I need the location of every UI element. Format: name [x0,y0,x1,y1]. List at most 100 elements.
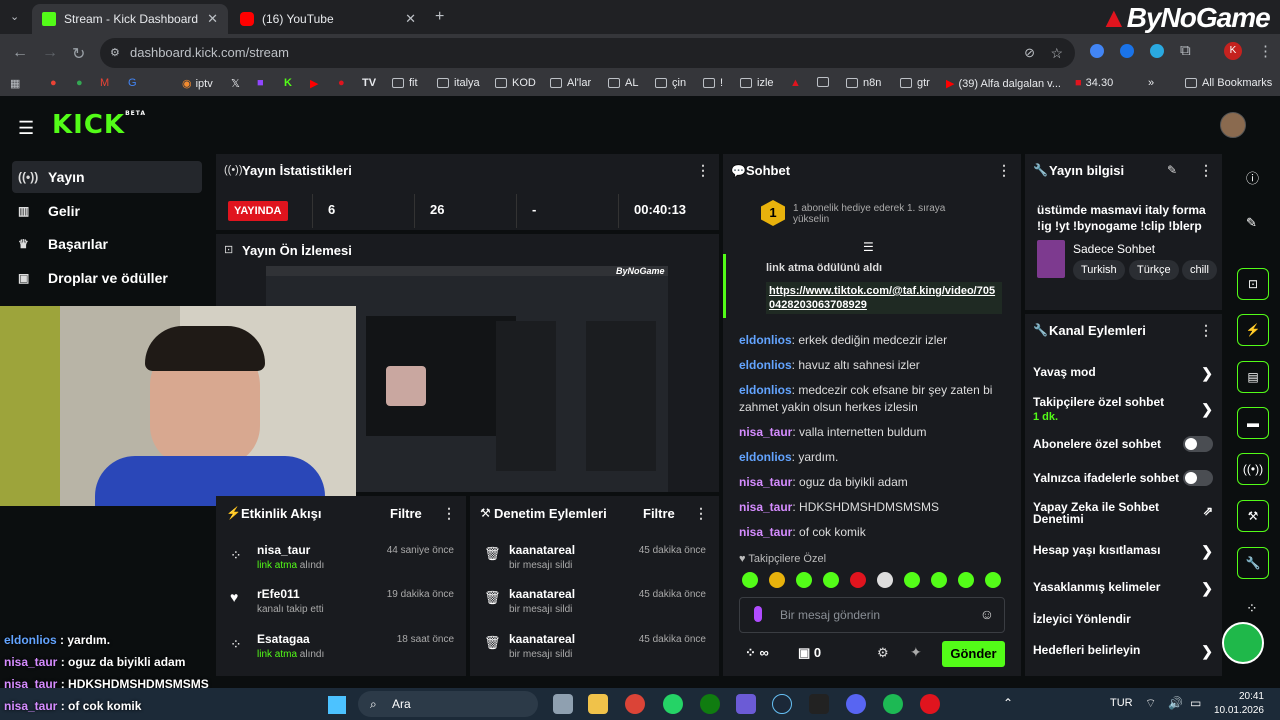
chat-username[interactable]: nisa_taur [739,500,792,514]
extensions-puzzle-icon[interactable]: ⧉ [1180,42,1191,59]
bookmark-folder-italya[interactable]: italya [437,77,480,89]
windows-start-icon[interactable] [328,696,346,714]
chat-input[interactable]: Bir mesaj gönderin ☺ [739,597,1005,633]
chat-username[interactable]: eldonlios [739,333,792,347]
language-indicator[interactable]: TUR [1110,697,1133,709]
kebab-menu-icon[interactable]: ⋮ [696,162,710,179]
kick-logo[interactable]: KICKBETA [52,110,146,140]
eye-off-icon[interactable]: ⊘ [1024,38,1035,68]
taskbar-search[interactable]: ⌕ Ara [358,691,538,717]
more-bookmarks-icon[interactable]: » [1148,77,1154,89]
action-ai-moderation[interactable]: Yapay Zeka ile Sohbet Denetimi ⇗ [1033,501,1213,525]
site-info-icon[interactable]: ⚙ [110,38,120,68]
support-headset-icon[interactable] [1222,622,1264,664]
emote-icon[interactable] [904,572,920,588]
bookmark-3430[interactable]: ■ 34.30 [1075,77,1113,89]
chat-username[interactable]: eldonlios [739,383,792,397]
twitch-icon[interactable]: ■ [257,77,264,89]
spotify-icon[interactable] [883,694,903,714]
action-goals[interactable]: Hedefleri belirleyin ❯ [1033,643,1213,659]
emote-icon[interactable] [877,572,893,588]
forward-icon[interactable]: → [42,44,58,62]
puzzle-icon[interactable]: ✦ [910,644,922,661]
bookmark-icon[interactable]: TV [362,77,376,89]
bookmark-icon[interactable]: ● [50,77,57,89]
clock[interactable]: 20:41 10.01.2026 [1212,688,1264,718]
youtube-icon[interactable]: ▶ [310,77,318,90]
emote-icon[interactable] [823,572,839,588]
kebab-menu-icon[interactable]: ⋮ [997,162,1011,179]
action-banned-words[interactable]: Yasaklanmış kelimeler ❯ [1033,580,1213,596]
stats-toggle-icon[interactable]: ((•)) [1237,453,1269,485]
gmail-icon[interactable]: M [100,77,109,89]
back-icon[interactable]: ← [12,44,28,62]
pdf-icon[interactable]: ▲ [790,77,801,89]
bookmark-folder[interactable] [817,77,834,87]
bookmark-folder-n8n[interactable]: n8n [846,77,881,89]
emoji-icon[interactable]: ☺ [980,606,994,622]
chat-toggle-icon[interactable]: ▬ [1237,407,1269,439]
sidebar-item-basarilar[interactable]: ♛ Başarılar [12,228,202,260]
sidebar-item-yayin[interactable]: ((•)) Yayın [12,161,202,193]
apps-grid-icon[interactable]: ▦ [10,77,20,90]
bookmark-iptv[interactable]: ◉ iptv [182,77,213,91]
action-follower-only[interactable]: Takipçilere özel sohbet 1 dk. ❯ [1033,395,1213,423]
kebab-menu-icon[interactable]: ⋮ [694,505,708,522]
pencil-icon[interactable]: ✎ [1246,215,1257,231]
action-host[interactable]: İzleyici Yönlendir [1033,612,1213,626]
extension-icon[interactable] [1090,44,1104,58]
category-name[interactable]: Sadece Sohbet [1073,242,1155,256]
close-tab-icon[interactable]: ✕ [405,11,416,27]
emote-icon[interactable] [769,572,785,588]
all-bookmarks[interactable]: All Bookmarks [1185,77,1272,89]
hamburger-menu-icon[interactable]: ☰ [18,118,34,139]
bookmark-icon[interactable]: ● [338,77,345,89]
bookmark-folder-gtr[interactable]: gtr [900,77,930,89]
tab-youtube[interactable]: (16) YouTube ✕ [230,4,426,34]
moderation-toggle-icon[interactable]: ⚒ [1237,500,1269,532]
kick-icon[interactable]: K [284,77,292,89]
gift-counter[interactable]: ▣ 0 [798,645,821,661]
tab-kick-dashboard[interactable]: Stream - Kick Dashboard ✕ [32,4,228,34]
bookmark-folder-kod[interactable]: KOD [495,77,536,89]
bookmark-folder-bang[interactable]: ! [703,77,723,89]
emote-icon[interactable] [985,572,1001,588]
sub-only-toggle[interactable] [1183,436,1213,452]
bookmark-youtube-video[interactable]: ▶ (39) Alfa dalgalan v... [946,77,1061,91]
edit-pencil-icon[interactable]: ✎ [1167,163,1177,177]
scroll-down-icon[interactable]: ☰ [863,240,874,254]
mic-icon[interactable] [754,606,762,622]
emote-icon[interactable] [958,572,974,588]
whatsapp-icon[interactable] [663,694,683,714]
epic-games-icon[interactable] [809,694,829,714]
kebab-menu-icon[interactable]: ⋮ [442,505,456,522]
chat-username[interactable]: nisa_taur [739,525,792,539]
battery-icon[interactable]: ▭ [1190,696,1201,710]
chat-username[interactable]: eldonlios [739,358,792,372]
chat-link[interactable]: https://www.tiktok.com/@taf.king/video/7… [766,282,1002,314]
close-tab-icon[interactable]: ✕ [207,11,218,27]
chat-username[interactable]: eldonlios [739,450,792,464]
discord-icon[interactable] [846,694,866,714]
bookmark-star-icon[interactable]: ☆ [1050,38,1063,68]
sidebar-item-droplar[interactable]: ▣ Droplar ve ödüller [12,262,202,294]
extension-icon[interactable] [1150,44,1164,58]
bookmark-folder-allar[interactable]: Al'lar [550,77,591,89]
volume-icon[interactable]: 🔊 [1168,696,1183,710]
x-icon[interactable]: 𝕏 [231,77,240,90]
action-account-age[interactable]: Hesap yaşı kısıtlaması ❯ [1033,543,1213,559]
xbox-icon[interactable] [700,694,720,714]
preview-toggle-icon[interactable]: ⊡ [1237,268,1269,300]
extension-icon[interactable] [1120,44,1134,58]
emote-icon[interactable] [931,572,947,588]
points-icon[interactable]: ⁘ [1246,600,1258,617]
bookmark-folder-fit[interactable]: fit [392,77,418,89]
tab-search-icon[interactable]: ⌄ [10,10,19,23]
steam-icon[interactable] [772,694,792,714]
activity-toggle-icon[interactable]: ⚡ [1237,314,1269,346]
url-bar[interactable]: ⚙ dashboard.kick.com/stream ⊘ ☆ [100,38,1075,68]
wifi-icon[interactable]: ⌔ [1145,696,1156,711]
tray-expand-icon[interactable]: ⌃ [1003,696,1013,710]
app-icon[interactable] [920,694,940,714]
user-avatar[interactable] [1220,112,1246,138]
